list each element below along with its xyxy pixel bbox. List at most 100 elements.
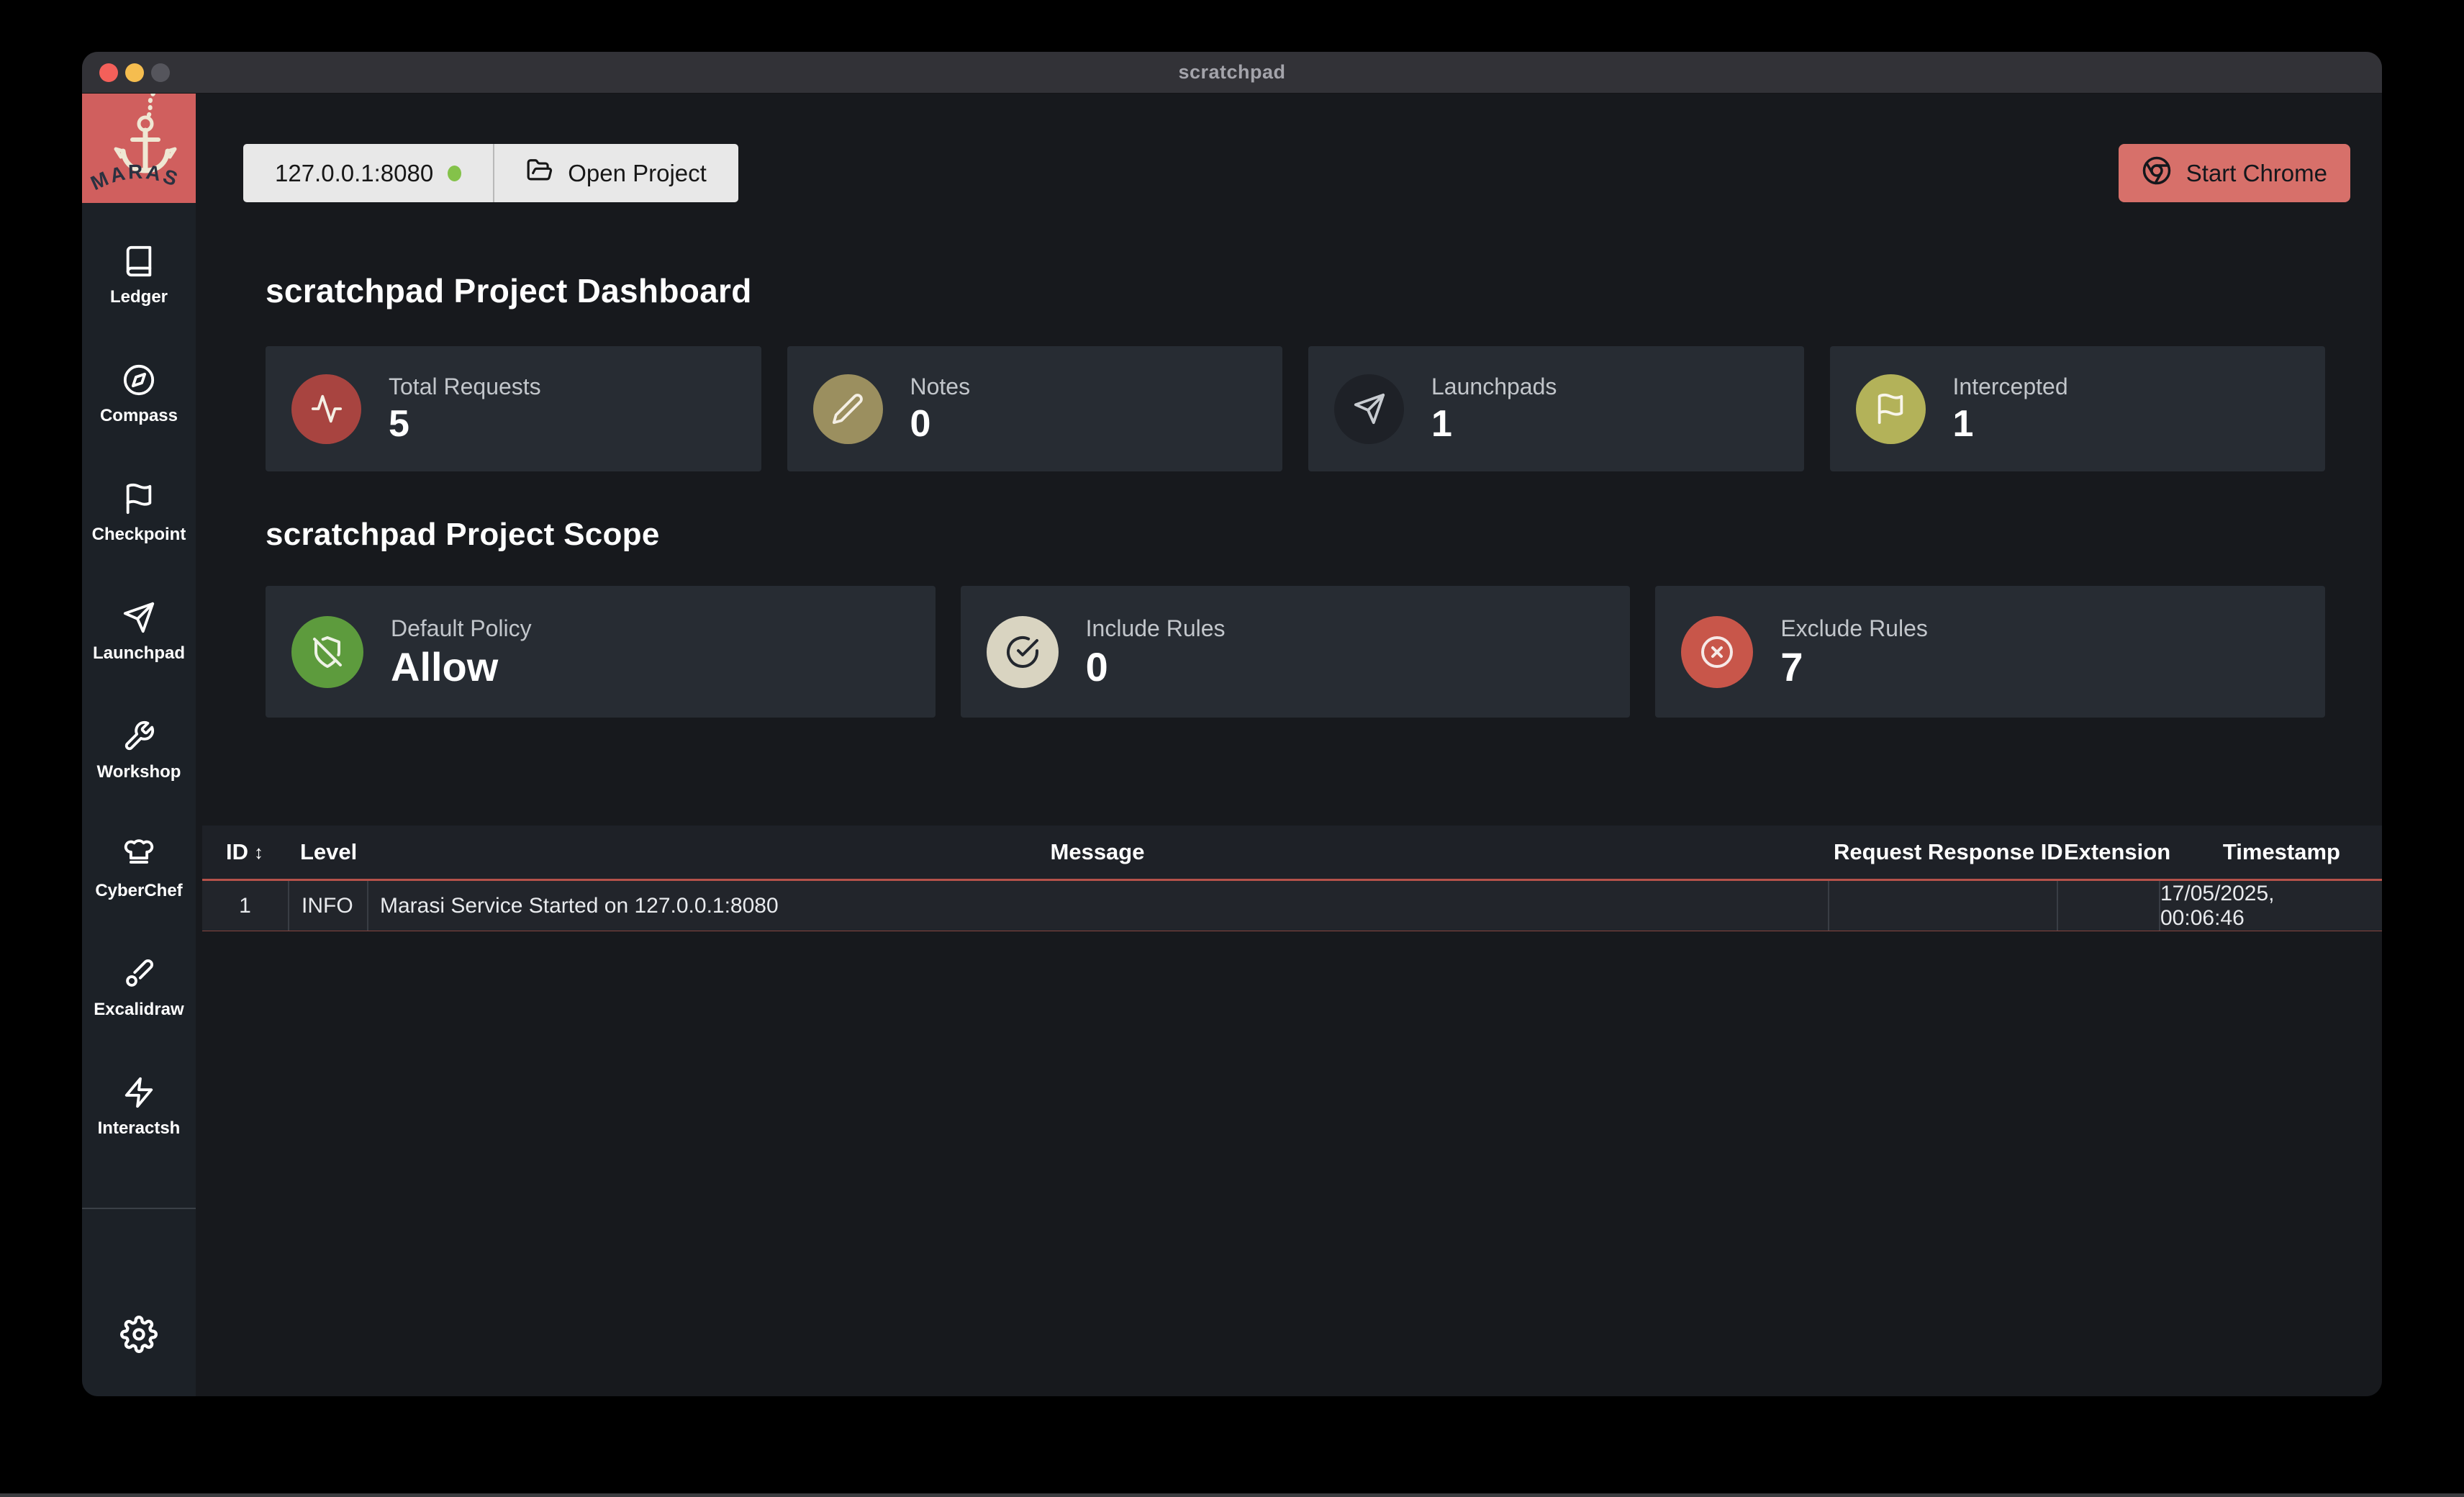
check-circle-icon	[987, 616, 1059, 688]
minimize-window-button[interactable]	[125, 63, 144, 82]
fullscreen-window-button[interactable]	[151, 63, 170, 82]
scope-label: Default Policy	[391, 615, 532, 642]
folder-open-icon	[526, 157, 553, 190]
activity-icon	[291, 374, 361, 444]
sidebar-item-interactsh[interactable]: Interactsh	[98, 1076, 181, 1139]
stat-card-launchpads: Launchpads 1	[1308, 346, 1804, 471]
open-project-button[interactable]: Open Project	[493, 144, 738, 202]
scope-cards: Default Policy Allow Include Rules 0	[196, 586, 2382, 718]
sidebar-item-label: Checkpoint	[92, 525, 186, 545]
dashboard-title: scratchpad Project Dashboard	[266, 271, 2382, 310]
scope-value: 0	[1086, 646, 1226, 689]
sidebar-item-label: Interactsh	[98, 1118, 181, 1139]
settings-button[interactable]	[120, 1316, 158, 1353]
sidebar: MARASI Ledger Compass Check	[82, 94, 196, 1396]
titlebar: scratchpad	[82, 52, 2382, 94]
scope-value: 7	[1780, 646, 1928, 689]
sidebar-item-label: Launchpad	[93, 643, 185, 664]
log-cell-level: INFO	[288, 881, 367, 931]
proxy-address-label: 127.0.0.1:8080	[275, 160, 433, 187]
stat-label: Intercepted	[1953, 374, 2068, 400]
main-content: 127.0.0.1:8080 Open Project Start Chrome	[196, 94, 2382, 1396]
scope-title: scratchpad Project Scope	[266, 517, 2382, 553]
open-project-label: Open Project	[568, 160, 707, 187]
column-header-extension: Extension	[2057, 839, 2159, 865]
anchor-icon: MARASI	[82, 94, 196, 203]
log-cell-message: Marasi Service Started on 127.0.0.1:8080	[367, 881, 1828, 931]
topbar: 127.0.0.1:8080 Open Project Start Chrome	[196, 144, 2382, 202]
sidebar-item-launchpad[interactable]: Launchpad	[93, 601, 185, 664]
stat-value: 1	[1431, 404, 1557, 444]
close-window-button[interactable]	[99, 63, 118, 82]
stat-card-intercepted: Intercepted 1	[1830, 346, 2326, 471]
sidebar-item-label: Ledger	[110, 287, 168, 307]
sidebar-item-workshop[interactable]: Workshop	[97, 720, 181, 782]
sidebar-item-label: Compass	[100, 406, 178, 426]
stat-card-notes: Notes 0	[787, 346, 1283, 471]
log-table-header: ID ↕ Level Message Request Response ID E…	[202, 826, 2382, 881]
column-header-request-response-id: Request Response ID	[1828, 839, 2057, 865]
sort-icon: ↕	[254, 841, 263, 864]
stat-value: 1	[1953, 404, 2068, 444]
column-header-timestamp: Timestamp	[2159, 839, 2382, 865]
chrome-icon	[2142, 155, 2172, 191]
stat-label: Notes	[910, 374, 971, 400]
brush-icon	[122, 957, 155, 994]
sidebar-item-label: Workshop	[97, 762, 181, 782]
compass-icon	[122, 363, 155, 400]
sidebar-nav: Ledger Compass Checkpoint Launchpad	[82, 203, 196, 1139]
shield-off-icon	[291, 616, 363, 688]
marasi-logo: MARASI	[82, 94, 196, 203]
column-header-level: Level	[288, 839, 367, 865]
sidebar-item-label: Excalidraw	[94, 1000, 184, 1020]
log-cell-id: 1	[202, 881, 288, 931]
column-header-id-label: ID	[226, 839, 248, 865]
desktop-background: scratchpad MARASI	[0, 0, 2464, 1497]
log-cell-extension	[2057, 881, 2159, 931]
book-icon	[122, 245, 155, 281]
sidebar-item-label: CyberChef	[95, 881, 182, 901]
stat-label: Total Requests	[389, 374, 541, 400]
scope-card-default-policy: Default Policy Allow	[266, 586, 936, 718]
scope-value: Allow	[391, 646, 532, 689]
traffic-lights	[99, 63, 170, 82]
flag-icon	[122, 482, 155, 519]
log-table: ID ↕ Level Message Request Response ID E…	[202, 826, 2382, 931]
wrench-icon	[122, 720, 155, 756]
stat-value: 5	[389, 404, 541, 444]
x-circle-icon	[1681, 616, 1753, 688]
log-cell-timestamp: 17/05/2025, 00:06:46	[2159, 881, 2382, 931]
window-title: scratchpad	[82, 52, 2382, 93]
sidebar-item-excalidraw[interactable]: Excalidraw	[94, 957, 184, 1020]
scope-card-exclude-rules: Exclude Rules 7	[1655, 586, 2325, 718]
paper-plane-icon	[1334, 374, 1404, 444]
app-window: scratchpad MARASI	[82, 52, 2382, 1396]
scope-card-include-rules: Include Rules 0	[961, 586, 1631, 718]
gear-icon	[120, 1344, 158, 1356]
start-chrome-button[interactable]: Start Chrome	[2119, 144, 2350, 202]
scope-label: Exclude Rules	[1780, 615, 1928, 642]
scope-label: Include Rules	[1086, 615, 1226, 642]
paper-plane-icon	[122, 601, 155, 638]
proxy-address-button[interactable]: 127.0.0.1:8080	[243, 144, 493, 202]
log-row[interactable]: 1 INFO Marasi Service Started on 127.0.0…	[202, 881, 2382, 931]
stat-value: 0	[910, 404, 971, 444]
proxy-control: 127.0.0.1:8080 Open Project	[243, 144, 738, 202]
flag-icon	[1856, 374, 1926, 444]
svg-text:MARASI: MARASI	[82, 94, 183, 194]
dashboard-cards: Total Requests 5 Notes 0 L	[196, 346, 2382, 471]
bottom-edge	[0, 1493, 2464, 1497]
sidebar-item-compass[interactable]: Compass	[100, 363, 178, 426]
chef-hat-icon	[122, 838, 155, 875]
column-header-message: Message	[367, 839, 1828, 865]
pencil-icon	[813, 374, 883, 444]
column-header-id[interactable]: ID ↕	[202, 839, 288, 865]
sidebar-item-ledger[interactable]: Ledger	[110, 245, 168, 307]
sidebar-item-cyberchef[interactable]: CyberChef	[95, 838, 182, 901]
stat-label: Launchpads	[1431, 374, 1557, 400]
lightning-icon	[122, 1076, 155, 1113]
sidebar-item-checkpoint[interactable]: Checkpoint	[92, 482, 186, 545]
online-status-dot	[448, 166, 461, 181]
logo-text: MARASI	[82, 94, 183, 194]
stat-card-total-requests: Total Requests 5	[266, 346, 761, 471]
